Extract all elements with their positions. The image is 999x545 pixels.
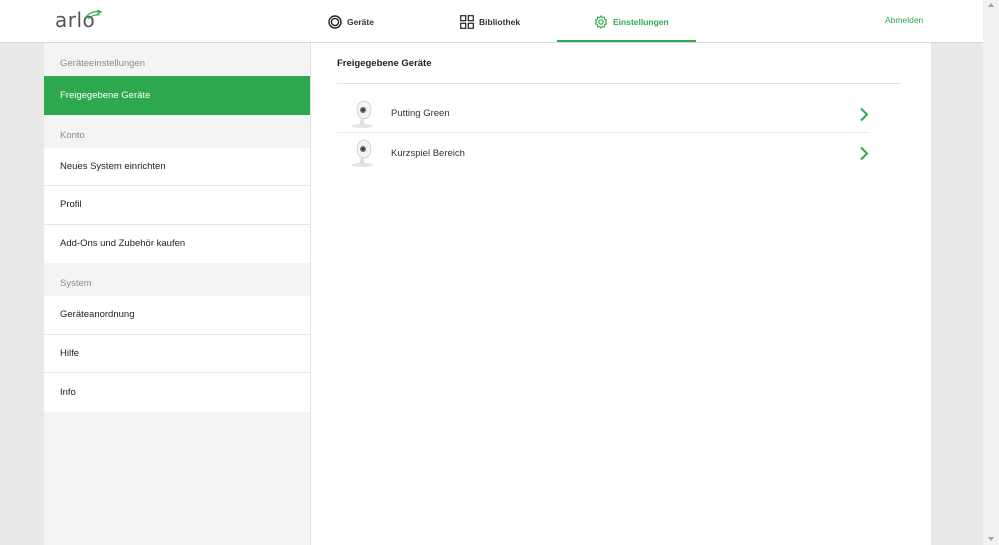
- sidebar-item-help[interactable]: Hilfe: [44, 334, 310, 373]
- settings-sidebar: Geräteeinstellungen Freigegebene Geräte …: [44, 43, 310, 545]
- logout-link[interactable]: Abmelden: [885, 15, 923, 25]
- scroll-up-icon[interactable]: [988, 3, 994, 7]
- chevron-right-icon[interactable]: [859, 107, 869, 122]
- nav-tab-label: Einstellungen: [613, 16, 669, 27]
- sidebar-item-addons[interactable]: Add-Ons und Zubehör kaufen: [44, 224, 310, 263]
- scrollbar[interactable]: [983, 0, 999, 545]
- sidebar-item-profile[interactable]: Profil: [44, 186, 310, 225]
- main-content: Freigegebene Geräte Putting Green Kurzsp…: [310, 43, 931, 545]
- top-navigation-bar: arlo Geräte Bibliothek Einstellungen Abm…: [0, 0, 983, 43]
- nav-tab-bibliothek[interactable]: Bibliothek: [460, 0, 520, 43]
- chevron-right-icon[interactable]: [859, 146, 869, 161]
- sidebar-item-device-order[interactable]: Geräteanordnung: [44, 296, 310, 335]
- sidebar-item-new-system[interactable]: Neues System einrichten: [44, 147, 310, 186]
- arlo-bird-icon: [84, 9, 103, 20]
- sidebar-section-title: Konto: [60, 129, 85, 141]
- grid-icon: [460, 14, 474, 29]
- device-row-putting-green[interactable]: Putting Green: [337, 95, 869, 133]
- device-row-kurzspiel-bereich[interactable]: Kurzspiel Bereich: [337, 134, 869, 172]
- circle-ring-icon: [328, 14, 342, 29]
- divider: [337, 83, 901, 84]
- nav-tab-einstellungen[interactable]: Einstellungen: [594, 0, 669, 43]
- sidebar-item-shared-devices[interactable]: Freigegebene Geräte: [44, 76, 310, 115]
- sidebar-section-title: System: [60, 278, 92, 289]
- nav-tab-label: Bibliothek: [479, 16, 521, 27]
- sidebar-item-info[interactable]: Info: [44, 373, 310, 412]
- device-name: Kurzspiel Bereich: [391, 147, 465, 159]
- camera-icon: [351, 139, 373, 167]
- nav-tab-label: Geräte: [347, 16, 374, 27]
- page-title: Freigegebene Geräte: [337, 58, 432, 69]
- camera-icon: [351, 100, 373, 128]
- sidebar-section-title: Geräteeinstellungen: [60, 58, 146, 69]
- device-name: Putting Green: [391, 108, 450, 119]
- nav-tab-geraete[interactable]: Geräte: [328, 0, 374, 43]
- active-tab-indicator: [557, 40, 696, 42]
- gear-icon: [594, 14, 608, 29]
- scroll-down-icon[interactable]: [988, 537, 994, 541]
